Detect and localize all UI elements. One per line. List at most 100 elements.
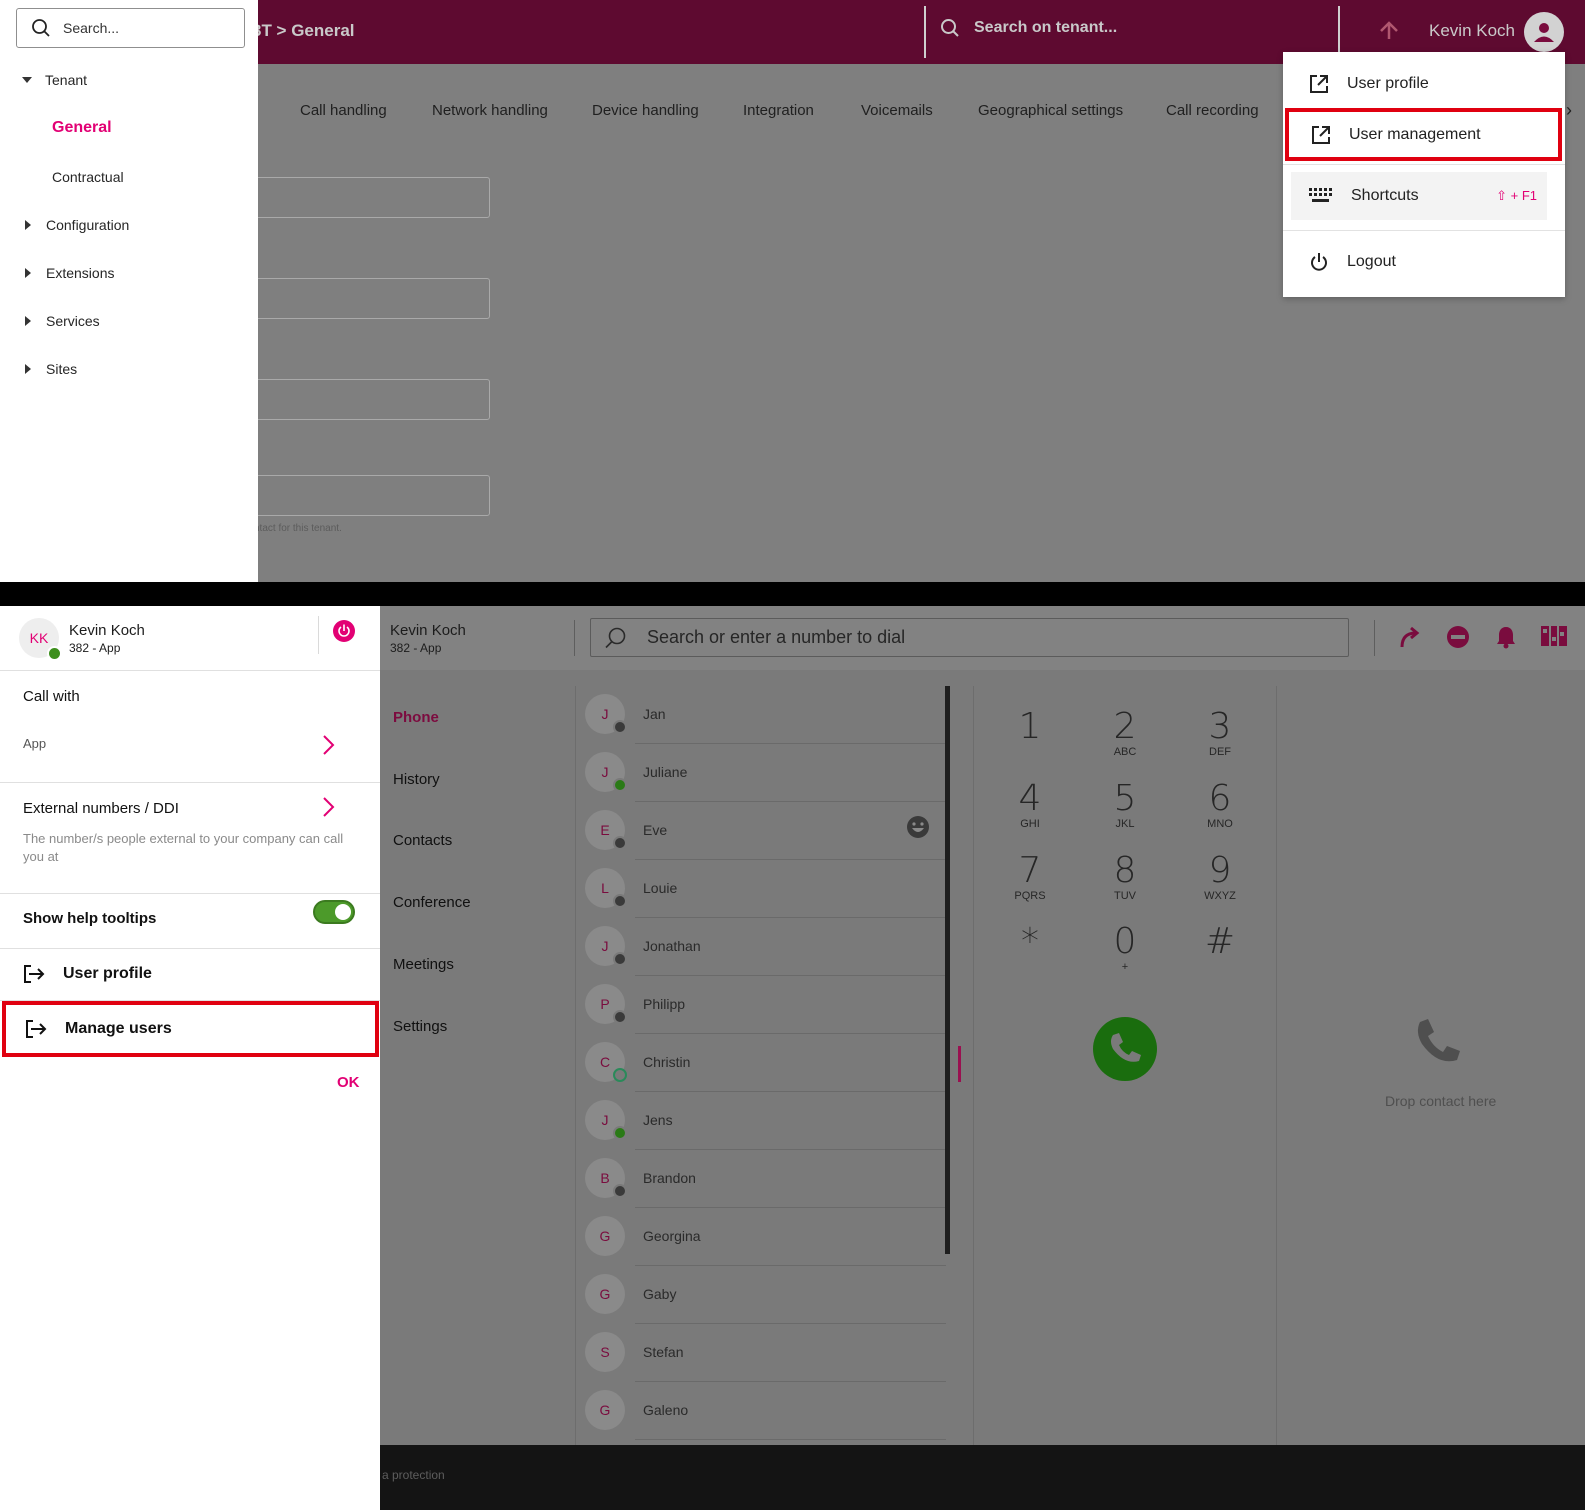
tab-integration[interactable]: Integration (743, 102, 814, 119)
tab-call-recording[interactable]: Call recording (1166, 102, 1259, 119)
tree-leaf-general[interactable]: General (52, 119, 112, 137)
keypad-key[interactable]: 5 JKL (1095, 780, 1155, 831)
call-forward-icon[interactable] (1398, 625, 1422, 649)
keypad-key[interactable]: 0 + (1095, 923, 1155, 974)
tab-device-handling[interactable]: Device handling (592, 102, 699, 119)
panels-icon[interactable] (1541, 625, 1567, 647)
contact-row[interactable]: J Juliane (583, 744, 948, 802)
tab-network-handling[interactable]: Network handling (432, 102, 548, 119)
contact-row[interactable]: J Jan (583, 686, 948, 744)
keypad-key[interactable]: 9 WXYZ (1190, 852, 1250, 903)
menu-item-user-profile[interactable]: User profile (1283, 60, 1565, 108)
contact-row[interactable]: B Brandon (583, 1150, 948, 1208)
contact-initial: G (599, 1228, 611, 1244)
contact-avatar: S (585, 1332, 625, 1372)
chevron-right-icon[interactable] (321, 796, 335, 818)
tab-voicemails[interactable]: Voicemails (861, 102, 933, 119)
online-status-icon (47, 646, 62, 661)
tab-call-handling[interactable]: Call handling (300, 102, 387, 119)
keypad-key[interactable]: 2 ABC (1095, 706, 1155, 759)
tree-node-tenant[interactable]: Tenant (22, 72, 87, 88)
chevron-right-icon[interactable] (321, 734, 335, 756)
contact-row[interactable]: C Christin (583, 1034, 948, 1092)
keypad-key[interactable]: * (1000, 923, 1060, 961)
contact-row[interactable]: G Galeno (583, 1382, 948, 1440)
divider (973, 686, 974, 1446)
manage-users-link[interactable]: Manage users (2, 1001, 379, 1057)
call-with-value[interactable]: App (23, 736, 46, 751)
dial-search-placeholder: Search or enter a number to dial (647, 627, 906, 647)
user-profile-link[interactable]: User profile (23, 954, 371, 994)
do-not-disturb-icon[interactable] (1446, 625, 1470, 649)
menu-item-shortcuts[interactable]: Shortcuts ⇧ + F1 (1291, 172, 1547, 220)
key-letters: + (1121, 961, 1129, 973)
tree-node-extensions[interactable]: Extensions (22, 265, 114, 281)
help-tooltips-toggle[interactable] (313, 900, 355, 924)
drop-contact-hint: Drop contact here (1385, 1093, 1497, 1109)
breadcrumb[interactable]: 3T > General (252, 21, 355, 41)
nav-phone[interactable]: Phone (393, 709, 439, 726)
upload-icon[interactable] (1378, 19, 1400, 43)
tab-geographical-settings[interactable]: Geographical settings (978, 102, 1123, 119)
keypad-key[interactable]: # (1190, 923, 1250, 961)
contact-name: Christin (643, 1054, 691, 1070)
contact-row[interactable]: G Gaby (583, 1266, 948, 1324)
exit-arrow-icon (24, 965, 45, 983)
keypad-key[interactable]: 1 (1000, 708, 1060, 746)
user-name[interactable]: Kevin Koch (1429, 21, 1515, 41)
tree-leaf-contractual[interactable]: Contractual (52, 169, 124, 185)
menu-item-logout[interactable]: Logout (1283, 238, 1565, 286)
contact-initial: S (600, 1344, 610, 1360)
tree-search-input[interactable]: Search... (16, 8, 245, 48)
nav-meetings[interactable]: Meetings (393, 956, 454, 973)
nav-history[interactable]: History (393, 771, 440, 788)
form-field[interactable] (250, 177, 490, 218)
menu-item-user-management[interactable]: User management (1285, 108, 1562, 161)
phone-icon (1111, 1033, 1141, 1062)
keypad-key[interactable]: 6 MNO (1190, 780, 1250, 831)
contact-row[interactable]: J Jens (583, 1092, 948, 1150)
contact-row[interactable]: S Stefan (583, 1324, 948, 1382)
key-letters: TUV (1114, 890, 1136, 902)
contact-name: Stefan (643, 1344, 684, 1360)
caret-right-icon (25, 220, 31, 230)
resize-handle[interactable] (958, 1046, 961, 1082)
keyboard-icon (1309, 188, 1332, 202)
keypad-key[interactable]: 3 DEF (1190, 708, 1250, 759)
dial-search-input[interactable]: Search or enter a number to dial (590, 618, 1349, 657)
nav-conference[interactable]: Conference (393, 894, 471, 911)
bell-icon[interactable] (1494, 625, 1518, 649)
keypad-key[interactable]: 7 PQRS (1000, 852, 1060, 903)
keypad-key[interactable]: 4 GHI (1000, 780, 1060, 831)
contact-list-scrollbar[interactable] (945, 686, 950, 1254)
tenant-search[interactable]: Search on tenant... (940, 18, 1117, 38)
contact-row[interactable]: P Philipp (583, 976, 948, 1034)
form-field[interactable] (250, 379, 490, 420)
tree-node-configuration[interactable]: Configuration (22, 217, 129, 233)
tree-node-sites[interactable]: Sites (22, 361, 77, 377)
external-numbers-title[interactable]: External numbers / DDI (23, 800, 179, 817)
contact-initial: G (599, 1286, 611, 1302)
contact-initial: E (600, 822, 610, 838)
nav-settings[interactable]: Settings (393, 1018, 447, 1035)
user-avatar-button[interactable] (1524, 12, 1564, 52)
power-button[interactable] (333, 620, 355, 642)
contact-row[interactable]: L Louie (583, 860, 948, 918)
offline-status-icon (613, 1010, 627, 1024)
form-field[interactable] (250, 278, 490, 319)
call-button[interactable] (1093, 1017, 1157, 1081)
contact-initial: J (601, 706, 609, 722)
ok-button[interactable]: OK (337, 1074, 360, 1091)
tree-node-services[interactable]: Services (22, 313, 100, 329)
emoji-icon[interactable] (906, 815, 930, 839)
contact-row[interactable]: G Georgina (583, 1208, 948, 1266)
nav-contacts[interactable]: Contacts (393, 832, 452, 849)
key-digit: 2 (1113, 706, 1137, 747)
contact-row[interactable]: J Jonathan (583, 918, 948, 976)
contact-row[interactable]: E Eve (583, 802, 948, 860)
divider (1374, 620, 1375, 656)
form-field[interactable] (250, 475, 490, 516)
chevron-right-icon[interactable]: › (1566, 100, 1572, 121)
keypad-key[interactable]: 8 TUV (1095, 852, 1155, 903)
footer-link[interactable]: a protection (382, 1468, 445, 1482)
